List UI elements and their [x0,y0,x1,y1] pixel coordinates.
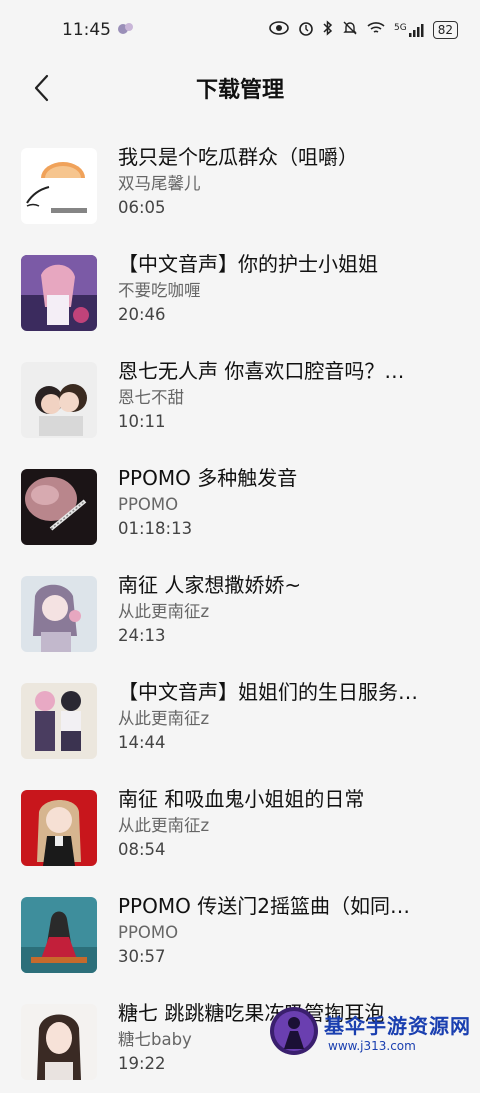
item-title: PPOMO 多种触发音 [118,466,298,490]
thumbnail [21,897,97,973]
item-title: PPOMO 传送门2摇篮曲（如同… [118,894,410,918]
watermark: 基伞手游资源网 www.j313.com [268,1000,480,1062]
page-title: 下载管理 [195,78,284,103]
watermark-name: 基伞手游资源网 [324,1013,471,1038]
list-item[interactable]: 【中文音声】姐姐们的生日服务… 从此更南征z 14:44 [0,665,480,772]
chevron-left-icon [34,74,49,102]
list-item[interactable]: 南征 人家想撒娇娇~ 从此更南征z 24:13 [0,558,480,665]
item-duration: 08:54 [118,840,166,859]
bluetooth-icon [323,20,333,40]
list-item[interactable]: PPOMO 传送门2摇篮曲（如同… PPOMO 30:57 [0,879,480,986]
item-author: PPOMO [118,495,179,514]
list-item[interactable]: 南征 和吸血鬼小姐姐的日常 从此更南征z 08:54 [0,772,480,879]
thumbnail [21,683,97,759]
signal-icon: 5G [394,23,424,37]
network-type: 5G [394,23,407,33]
thumbnail [21,576,97,652]
item-title: 南征 人家想撒娇娇~ [118,573,302,597]
item-author: PPOMO [118,923,179,942]
alarm-icon [298,20,314,40]
item-title: 【中文音声】你的护士小姐姐 [118,252,378,276]
mute-icon [342,20,358,40]
item-duration: 14:44 [118,733,166,752]
list-item[interactable]: 【中文音声】你的护士小姐姐 不要吃咖喱 20:46 [0,237,480,344]
item-author: 从此更南征z [118,602,210,621]
eye-icon [269,21,289,39]
item-title: 我只是个吃瓜群众（咀嚼） [118,145,358,169]
list-item[interactable]: PPOMO 多种触发音 PPOMO 01:18:13 [0,451,480,558]
header: 下载管理 [0,60,480,116]
thumbnail [21,255,97,331]
item-author: 从此更南征z [118,709,210,728]
thumbnail [21,790,97,866]
back-button[interactable] [24,70,60,106]
item-author: 恩七不甜 [118,388,184,407]
battery-indicator: 82 [432,21,458,39]
thumbnail [21,362,97,438]
app-notification-icon [117,20,135,41]
item-duration: 10:11 [118,412,166,431]
item-title: 【中文音声】姐姐们的生日服务… [118,680,418,704]
item-duration: 01:18:13 [118,519,193,538]
item-author: 从此更南征z [118,816,210,835]
thumbnail [21,469,97,545]
list-item[interactable]: 恩七无人声 你喜欢口腔音吗？… 恩七不甜 10:11 [0,344,480,451]
item-duration: 30:57 [118,947,166,966]
item-duration: 20:46 [118,305,166,324]
download-list: 我只是个吃瓜群众（咀嚼） 双马尾馨儿 06:05 【中文音声】你的护士小姐姐 不… [0,130,480,1093]
item-duration: 24:13 [118,626,166,645]
item-author: 不要吃咖喱 [118,281,201,300]
wifi-icon [367,21,385,39]
item-title: 恩七无人声 你喜欢口腔音吗？… [118,359,405,383]
item-title: 南征 和吸血鬼小姐姐的日常 [118,787,365,811]
list-item[interactable]: 我只是个吃瓜群众（咀嚼） 双马尾馨儿 06:05 [0,130,480,237]
thumbnail [21,1004,97,1080]
status-bar: 11:45 5G 82 [0,0,480,60]
watermark-url: www.j313.com [328,1038,416,1053]
item-duration: 06:05 [118,198,166,217]
watermark-logo-icon [270,1007,318,1055]
status-time: 11:45 [62,20,111,40]
thumbnail [21,148,97,224]
item-author: 双马尾馨儿 [118,174,201,193]
